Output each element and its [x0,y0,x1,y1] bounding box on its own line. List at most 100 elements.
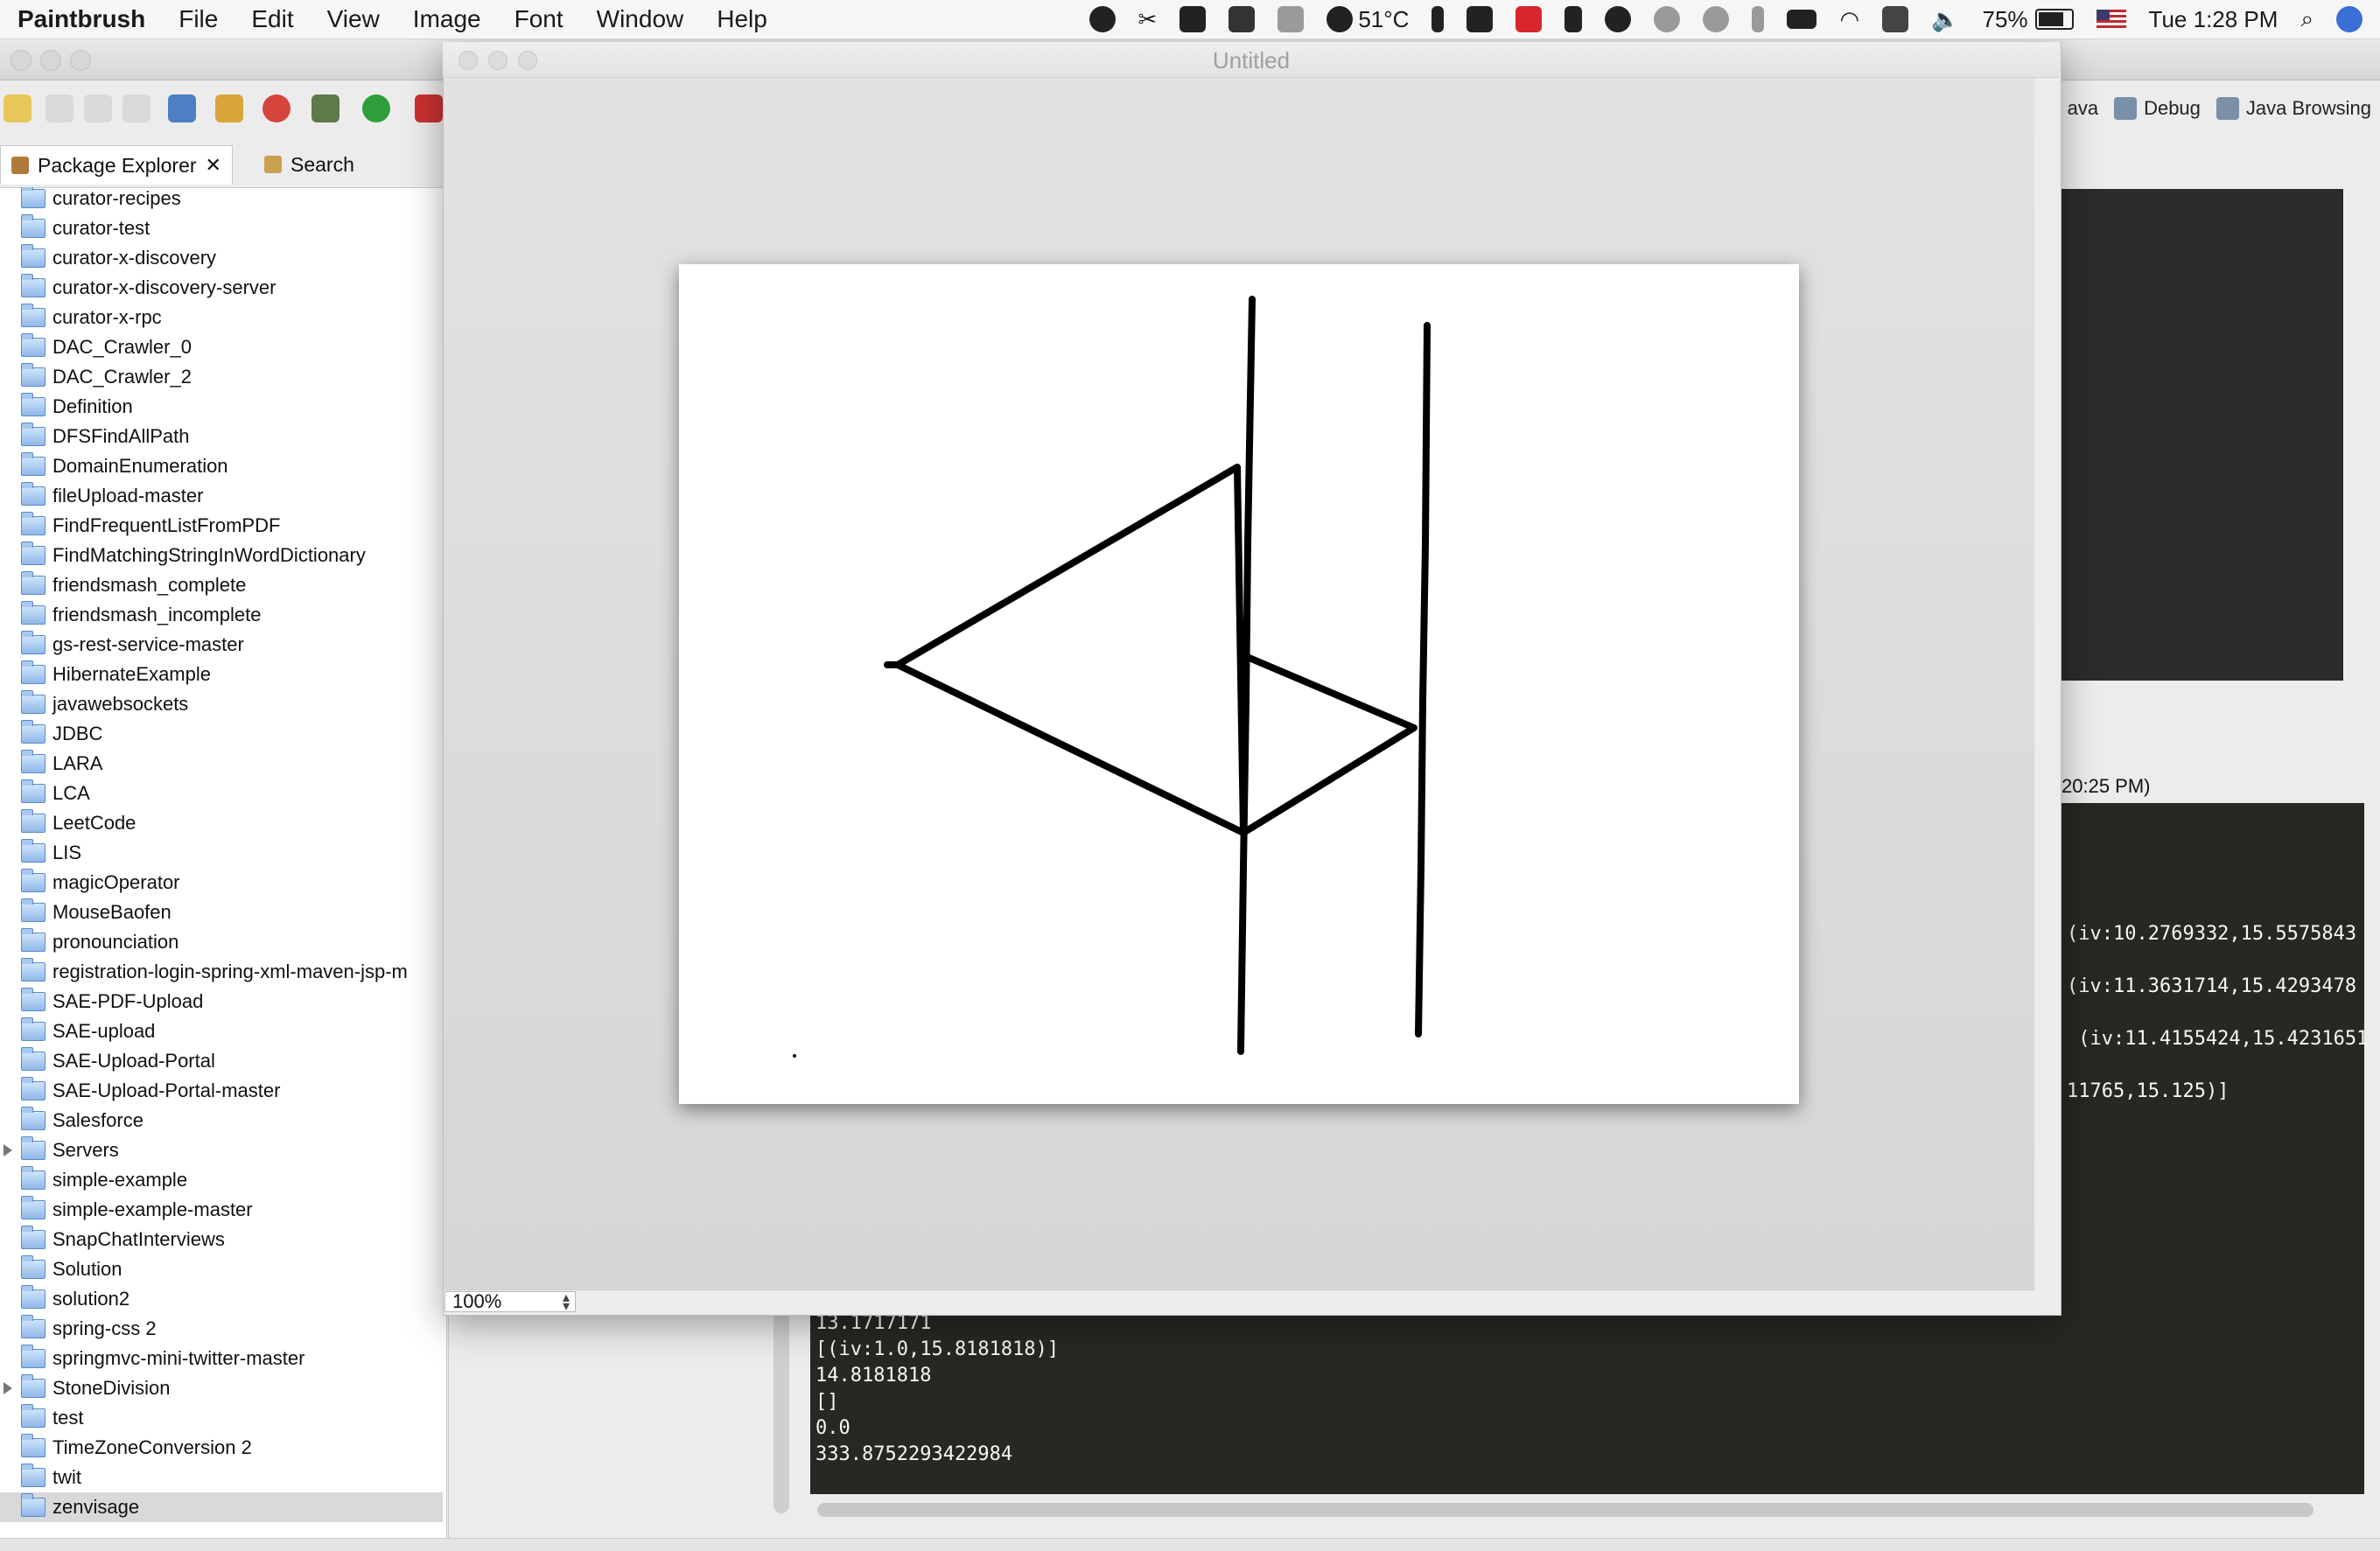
menu-file[interactable]: File [178,5,218,33]
tree-item[interactable]: spring-css 2 [0,1314,443,1344]
tree-item[interactable]: fileUpload-master [0,481,443,511]
lock-icon[interactable] [1564,6,1583,32]
menu-view[interactable]: View [327,5,380,33]
tree-item[interactable]: FindFrequentListFromPDF [0,511,443,541]
drawing-canvas[interactable] [679,264,1799,1104]
new-icon[interactable] [4,94,32,122]
tree-item[interactable]: DAC_Crawler_0 [0,332,443,362]
print-icon[interactable] [122,94,150,122]
menu-edit[interactable]: Edit [251,5,293,33]
tree-item[interactable]: SAE-Upload-Portal-master [0,1076,443,1106]
tree-item[interactable]: JDBC [0,719,443,749]
menu-font[interactable]: Font [514,5,564,33]
tree-item[interactable]: curator-x-rpc [0,303,443,332]
debug-icon[interactable] [312,94,340,122]
tree-item[interactable]: springmvc-mini-twitter-master [0,1344,443,1373]
perspective-java[interactable]: ava [2068,97,2098,120]
expand-arrow-icon[interactable] [4,1382,12,1394]
build-icon[interactable] [215,94,243,122]
tree-item[interactable]: curator-recipes [0,187,443,213]
tree-item[interactable]: StoneDivision [0,1373,443,1403]
tree-item[interactable]: Servers [0,1135,443,1165]
tree-item[interactable]: LCA [0,779,443,808]
airplay-icon[interactable] [1882,6,1909,32]
memory-icon[interactable] [1432,6,1445,32]
wifi-icon[interactable]: ◠ [1839,6,1859,33]
close-window-button[interactable] [10,50,32,71]
tree-item[interactable]: SnapChatInterviews [0,1225,443,1254]
save-icon[interactable] [46,94,74,122]
dropbox-icon[interactable] [1228,6,1256,32]
tree-item[interactable]: friendsmash_complete [0,570,443,600]
menu-image[interactable]: Image [413,5,481,33]
balloon-icon[interactable] [1088,6,1116,32]
battery-status[interactable]: 75% [1983,6,2074,33]
temperature[interactable]: 51°C [1326,6,1409,33]
tree-item[interactable]: Definition [0,392,443,422]
evernote-icon[interactable] [1466,6,1494,32]
spotlight-search-icon[interactable]: ⌕ [2300,5,2314,33]
tree-item[interactable]: solution2 [0,1284,443,1314]
zoom-select[interactable]: 100% ▴ ▾ [444,1290,576,1314]
wechat-icon[interactable] [1605,6,1632,32]
clock[interactable]: Tue 1:28 PM [2149,6,2278,33]
external-tools-icon[interactable] [415,94,443,122]
tree-item[interactable]: DomainEnumeration [0,451,443,481]
tree-item[interactable]: MouseBaofen [0,898,443,927]
tree-item[interactable]: Salesforce [0,1106,443,1135]
console-horizontal-scrollbar[interactable] [817,1503,2314,1517]
skip-breakpoints-icon[interactable] [168,94,196,122]
tree-item[interactable]: pronounciation [0,927,443,957]
input-source-flag-icon[interactable] [2096,10,2126,29]
tree-item[interactable]: twit [0,1463,443,1492]
tree-item[interactable]: SAE-Upload-Portal [0,1046,443,1076]
tree-item[interactable]: SAE-PDF-Upload [0,987,443,1017]
menu-help[interactable]: Help [717,5,767,33]
volume-icon[interactable]: 🔈 [1931,6,1959,33]
messages-icon[interactable] [1703,6,1730,32]
tab-search[interactable]: Search [254,145,365,184]
keyboard-icon[interactable] [1787,10,1817,29]
close-icon[interactable]: ✕ [206,154,221,177]
tree-item[interactable]: TimeZoneConversion 2 [0,1433,443,1463]
tree-item[interactable]: curator-test [0,213,443,243]
menu-window[interactable]: Window [597,5,684,33]
tree-item[interactable]: javawebsockets [0,689,443,719]
package-explorer-scrollbar[interactable] [774,1312,789,1513]
tree-item[interactable]: friendsmash_incomplete [0,600,443,630]
tree-item[interactable]: SAE-upload [0,1017,443,1046]
tree-item[interactable]: magicOperator [0,868,443,898]
tree-item[interactable]: curator-x-discovery-server [0,273,443,303]
tree-item[interactable]: registration-login-spring-xml-maven-jsp-… [0,957,443,987]
tree-item[interactable]: Solution [0,1254,443,1284]
save-all-icon[interactable] [84,94,112,122]
tree-item[interactable]: zenvisage [0,1492,443,1522]
tree-item[interactable]: FindMatchingStringInWordDictionary [0,541,443,570]
istat-icon[interactable] [1180,6,1207,32]
run-icon[interactable] [362,94,390,122]
minimize-window-button[interactable] [40,50,61,71]
tree-item[interactable]: DFSFindAllPath [0,422,443,451]
tree-item[interactable]: HibernateExample [0,660,443,689]
zoom-window-button[interactable] [70,50,91,71]
app-menu[interactable]: Paintbrush [18,5,145,33]
drive-icon[interactable] [1278,6,1305,32]
perspective-java-browsing[interactable]: Java Browsing [2216,97,2371,120]
tree-item[interactable]: simple-example [0,1165,443,1195]
tree-item[interactable]: simple-example-master [0,1195,443,1225]
tree-item[interactable]: curator-x-discovery [0,243,443,273]
tree-item[interactable]: LARA [0,749,443,779]
bluetooth-icon[interactable] [1752,6,1765,32]
tree-item[interactable]: test [0,1403,443,1433]
scissors-icon[interactable]: ✂ [1138,6,1158,33]
profile-icon[interactable] [262,94,290,122]
tree-item[interactable]: gs-rest-service-master [0,630,443,660]
tree-item[interactable]: LeetCode [0,808,443,838]
bitdefender-icon[interactable] [1516,6,1543,32]
tree-item[interactable]: DAC_Crawler_2 [0,362,443,392]
tree-item[interactable]: LIS [0,838,443,868]
siri-icon[interactable] [2336,6,2362,32]
expand-arrow-icon[interactable] [4,1144,12,1156]
tab-package-explorer[interactable]: Package Explorer ✕ [0,145,233,185]
perspective-debug[interactable]: Debug [2114,97,2201,120]
